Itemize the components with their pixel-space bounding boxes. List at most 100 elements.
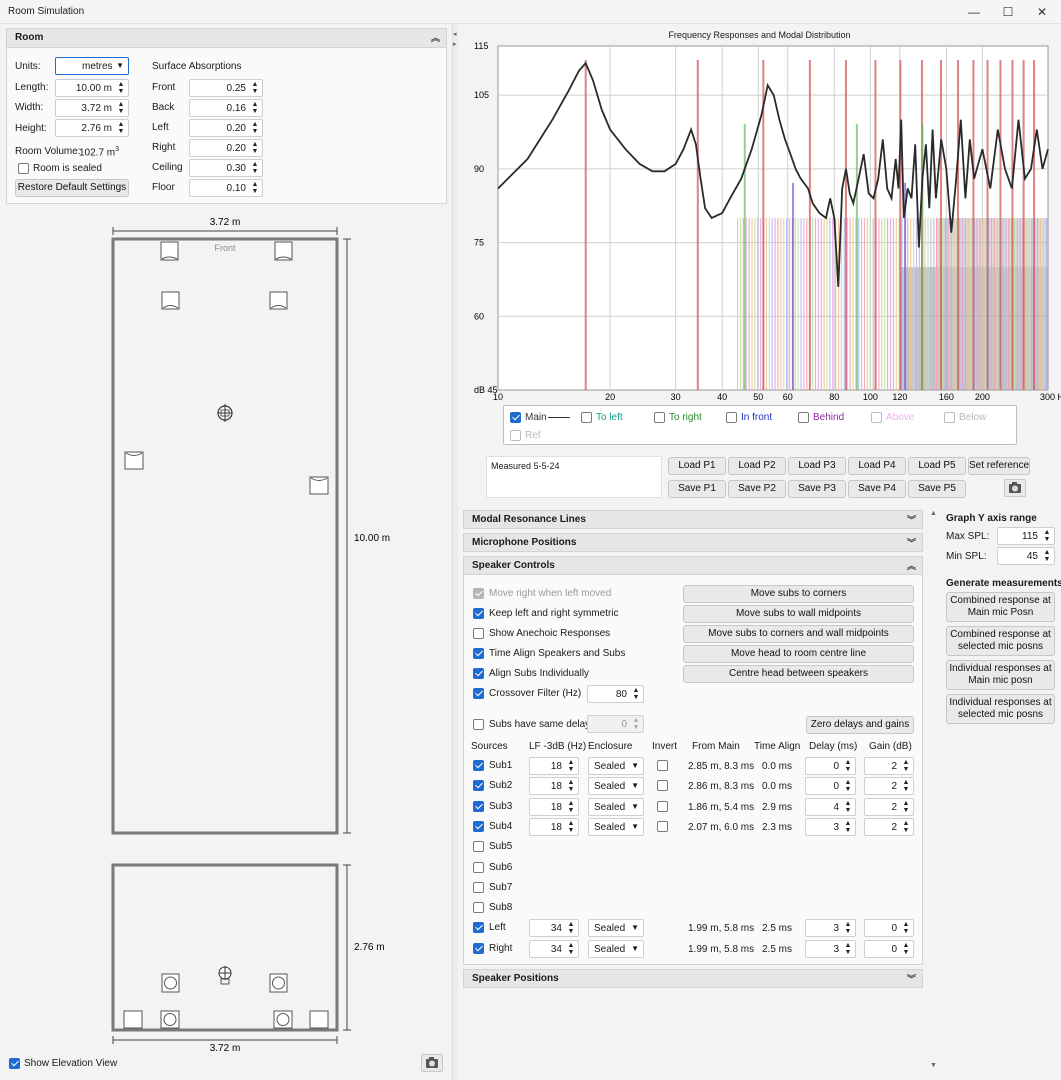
spinner-arrows-icon[interactable]: ▲ ▼ [250,121,260,135]
right-lf-spinner[interactable]: 34 ▲ ▼ [529,939,579,958]
legend-checkbox-behind[interactable] [798,412,809,423]
mic-positions-section[interactable]: Microphone Positions ︾ [463,533,923,552]
spinner-arrows-icon[interactable]: ▲ ▼ [250,101,260,115]
expand-icon[interactable]: ︾ [907,970,916,988]
room-panel-header[interactable]: Room ︽ [7,29,446,48]
units-select[interactable]: metres ▼ [55,57,129,75]
elev-sub-icon[interactable] [309,1010,329,1029]
spinner-arrows-icon[interactable]: ▲ ▼ [843,921,853,935]
spinner-arrows-icon[interactable]: ▲ ▼ [901,942,911,956]
spinner-arrows-icon[interactable]: ▲ ▼ [901,779,911,793]
left-enclosure-select[interactable]: Sealed ▼ [588,919,644,938]
spinner-arrows-icon[interactable]: ▲ ▼ [843,800,853,814]
right-gain-spinner[interactable]: 0 ▲ ▼ [864,939,914,958]
speaker-action-button-1[interactable]: Move subs to wall midpoints [683,605,914,623]
generate-button-1[interactable]: Combined response at selected mic posns [946,626,1055,656]
spinner-arrows-icon[interactable]: ▲ ▼ [566,800,576,814]
right-delay-spinner[interactable]: 3 ▲ ▼ [805,939,856,958]
load-p3-button[interactable]: Load P3 [788,457,846,475]
spinner-arrows-icon[interactable]: ▲ ▼ [901,921,911,935]
spinner-arrows-icon[interactable]: ▲ ▼ [116,81,126,95]
sub3-checkbox[interactable] [473,800,484,812]
sub3-enclosure-select[interactable]: Sealed ▼ [588,797,644,816]
option-checkbox-1[interactable] [473,608,484,619]
absorption-spinner-back[interactable]: 0.16 ▲ ▼ [189,99,263,117]
legend-checkbox-ref[interactable] [510,430,521,441]
sub3-icon[interactable] [124,451,144,470]
absorption-spinner-right[interactable]: 0.20 ▲ ▼ [189,139,263,157]
elev-sub-icon[interactable] [123,1010,143,1029]
absorption-spinner-floor[interactable]: 0.10 ▲ ▼ [189,179,263,197]
load-p2-button[interactable]: Load P2 [728,457,786,475]
sub4-lf-spinner[interactable]: 18 ▲ ▼ [529,817,579,836]
sub1-enclosure-select[interactable]: Sealed ▼ [588,757,644,775]
sub2-gain-spinner[interactable]: 2 ▲ ▼ [864,777,914,796]
spinner-arrows-icon[interactable]: ▲ ▼ [843,820,853,834]
elevation-view-checkbox[interactable] [9,1058,20,1069]
sub4-delay-spinner[interactable]: 3 ▲ ▼ [805,817,856,836]
spinner-arrows-icon[interactable]: ▲ ▼ [901,820,911,834]
sub1-icon[interactable] [160,241,179,261]
spinner-arrows-icon[interactable]: ▲ ▼ [116,101,126,115]
sub4-gain-spinner[interactable]: 2 ▲ ▼ [864,817,914,836]
load-p4-button[interactable]: Load P4 [848,457,906,475]
option-checkbox-4[interactable] [473,668,484,679]
maximize-button[interactable]: ☐ [991,0,1025,24]
speaker-action-button-0[interactable]: Move subs to corners [683,585,914,603]
elev-right-speaker-icon[interactable] [269,973,288,993]
left-speaker-icon[interactable] [161,291,180,310]
sub2-checkbox[interactable] [473,780,484,792]
restore-defaults-button[interactable]: Restore Default Settings [15,179,129,197]
option-checkbox-2[interactable] [473,628,484,639]
left-checkbox[interactable] [473,922,484,934]
minimize-button[interactable]: — [957,0,991,24]
spinner-arrows-icon[interactable]: ▲ ▼ [566,759,576,773]
sub2-delay-spinner[interactable]: 0 ▲ ▼ [805,777,856,796]
notes-field[interactable]: Measured 5-5-24 [486,456,662,498]
scroll-up-icon[interactable]: ▲ [930,510,937,517]
spinner-arrows-icon[interactable]: ▲ ▼ [250,181,260,195]
speaker-positions-section[interactable]: Speaker Positions ︾ [463,969,923,988]
generate-button-0[interactable]: Combined response at Main mic Posn [946,592,1055,622]
load-p5-button[interactable]: Load P5 [908,457,966,475]
speaker-action-button-4[interactable]: Centre head between speakers [683,665,914,683]
spinner-arrows-icon[interactable]: ▲ ▼ [901,759,911,773]
left-lf-spinner[interactable]: 34 ▲ ▼ [529,919,579,938]
speaker-action-button-3[interactable]: Move head to room centre line [683,645,914,663]
sub8-checkbox[interactable] [473,902,484,914]
legend-checkbox-main[interactable] [510,412,521,423]
splitter-left-icon[interactable]: ◂ [453,30,457,38]
spinner-arrows-icon[interactable]: ▲ ▼ [631,687,641,701]
speaker-action-button-2[interactable]: Move subs to corners and wall midpoints [683,625,914,643]
sub7-checkbox[interactable] [473,881,484,893]
option-checkbox-5[interactable] [473,688,484,699]
spinner-arrows-icon[interactable]: ▲ ▼ [566,942,576,956]
sub1-delay-spinner[interactable]: 0 ▲ ▼ [805,757,856,775]
spinner-arrows-icon[interactable]: ▲ ▼ [1042,529,1052,543]
sub4-icon[interactable] [309,476,329,495]
spinner-arrows-icon[interactable]: ▲ ▼ [631,717,641,731]
expand-icon[interactable]: ︾ [907,511,916,529]
sub1-gain-spinner[interactable]: 2 ▲ ▼ [864,757,914,775]
sub6-checkbox[interactable] [473,861,484,873]
elev-sub-icon[interactable] [160,1010,180,1029]
generate-button-2[interactable]: Individual responses at Main mic posn [946,660,1055,690]
sub2-enclosure-select[interactable]: Sealed ▼ [588,777,644,796]
set-reference-button[interactable]: Set reference [968,457,1030,475]
sub2-invert-checkbox[interactable] [657,780,668,792]
same-delay-checkbox[interactable] [473,719,484,730]
scroll-down-icon[interactable]: ▼ [930,1062,937,1069]
chart-camera-icon[interactable] [1004,479,1026,497]
spinner-arrows-icon[interactable]: ▲ ▼ [250,81,260,95]
close-button[interactable]: ✕ [1025,0,1059,24]
absorption-spinner-front[interactable]: 0.25 ▲ ▼ [189,79,263,97]
option-checkbox-3[interactable] [473,648,484,659]
sub1-invert-checkbox[interactable] [657,760,668,771]
sub4-invert-checkbox[interactable] [657,820,668,832]
legend-checkbox-to-right[interactable] [654,412,665,423]
sub3-invert-checkbox[interactable] [657,800,668,812]
right-checkbox[interactable] [473,942,484,954]
expand-icon[interactable]: ︾ [907,534,916,552]
load-p1-button[interactable]: Load P1 [668,457,726,475]
sub2-icon[interactable] [274,241,293,261]
